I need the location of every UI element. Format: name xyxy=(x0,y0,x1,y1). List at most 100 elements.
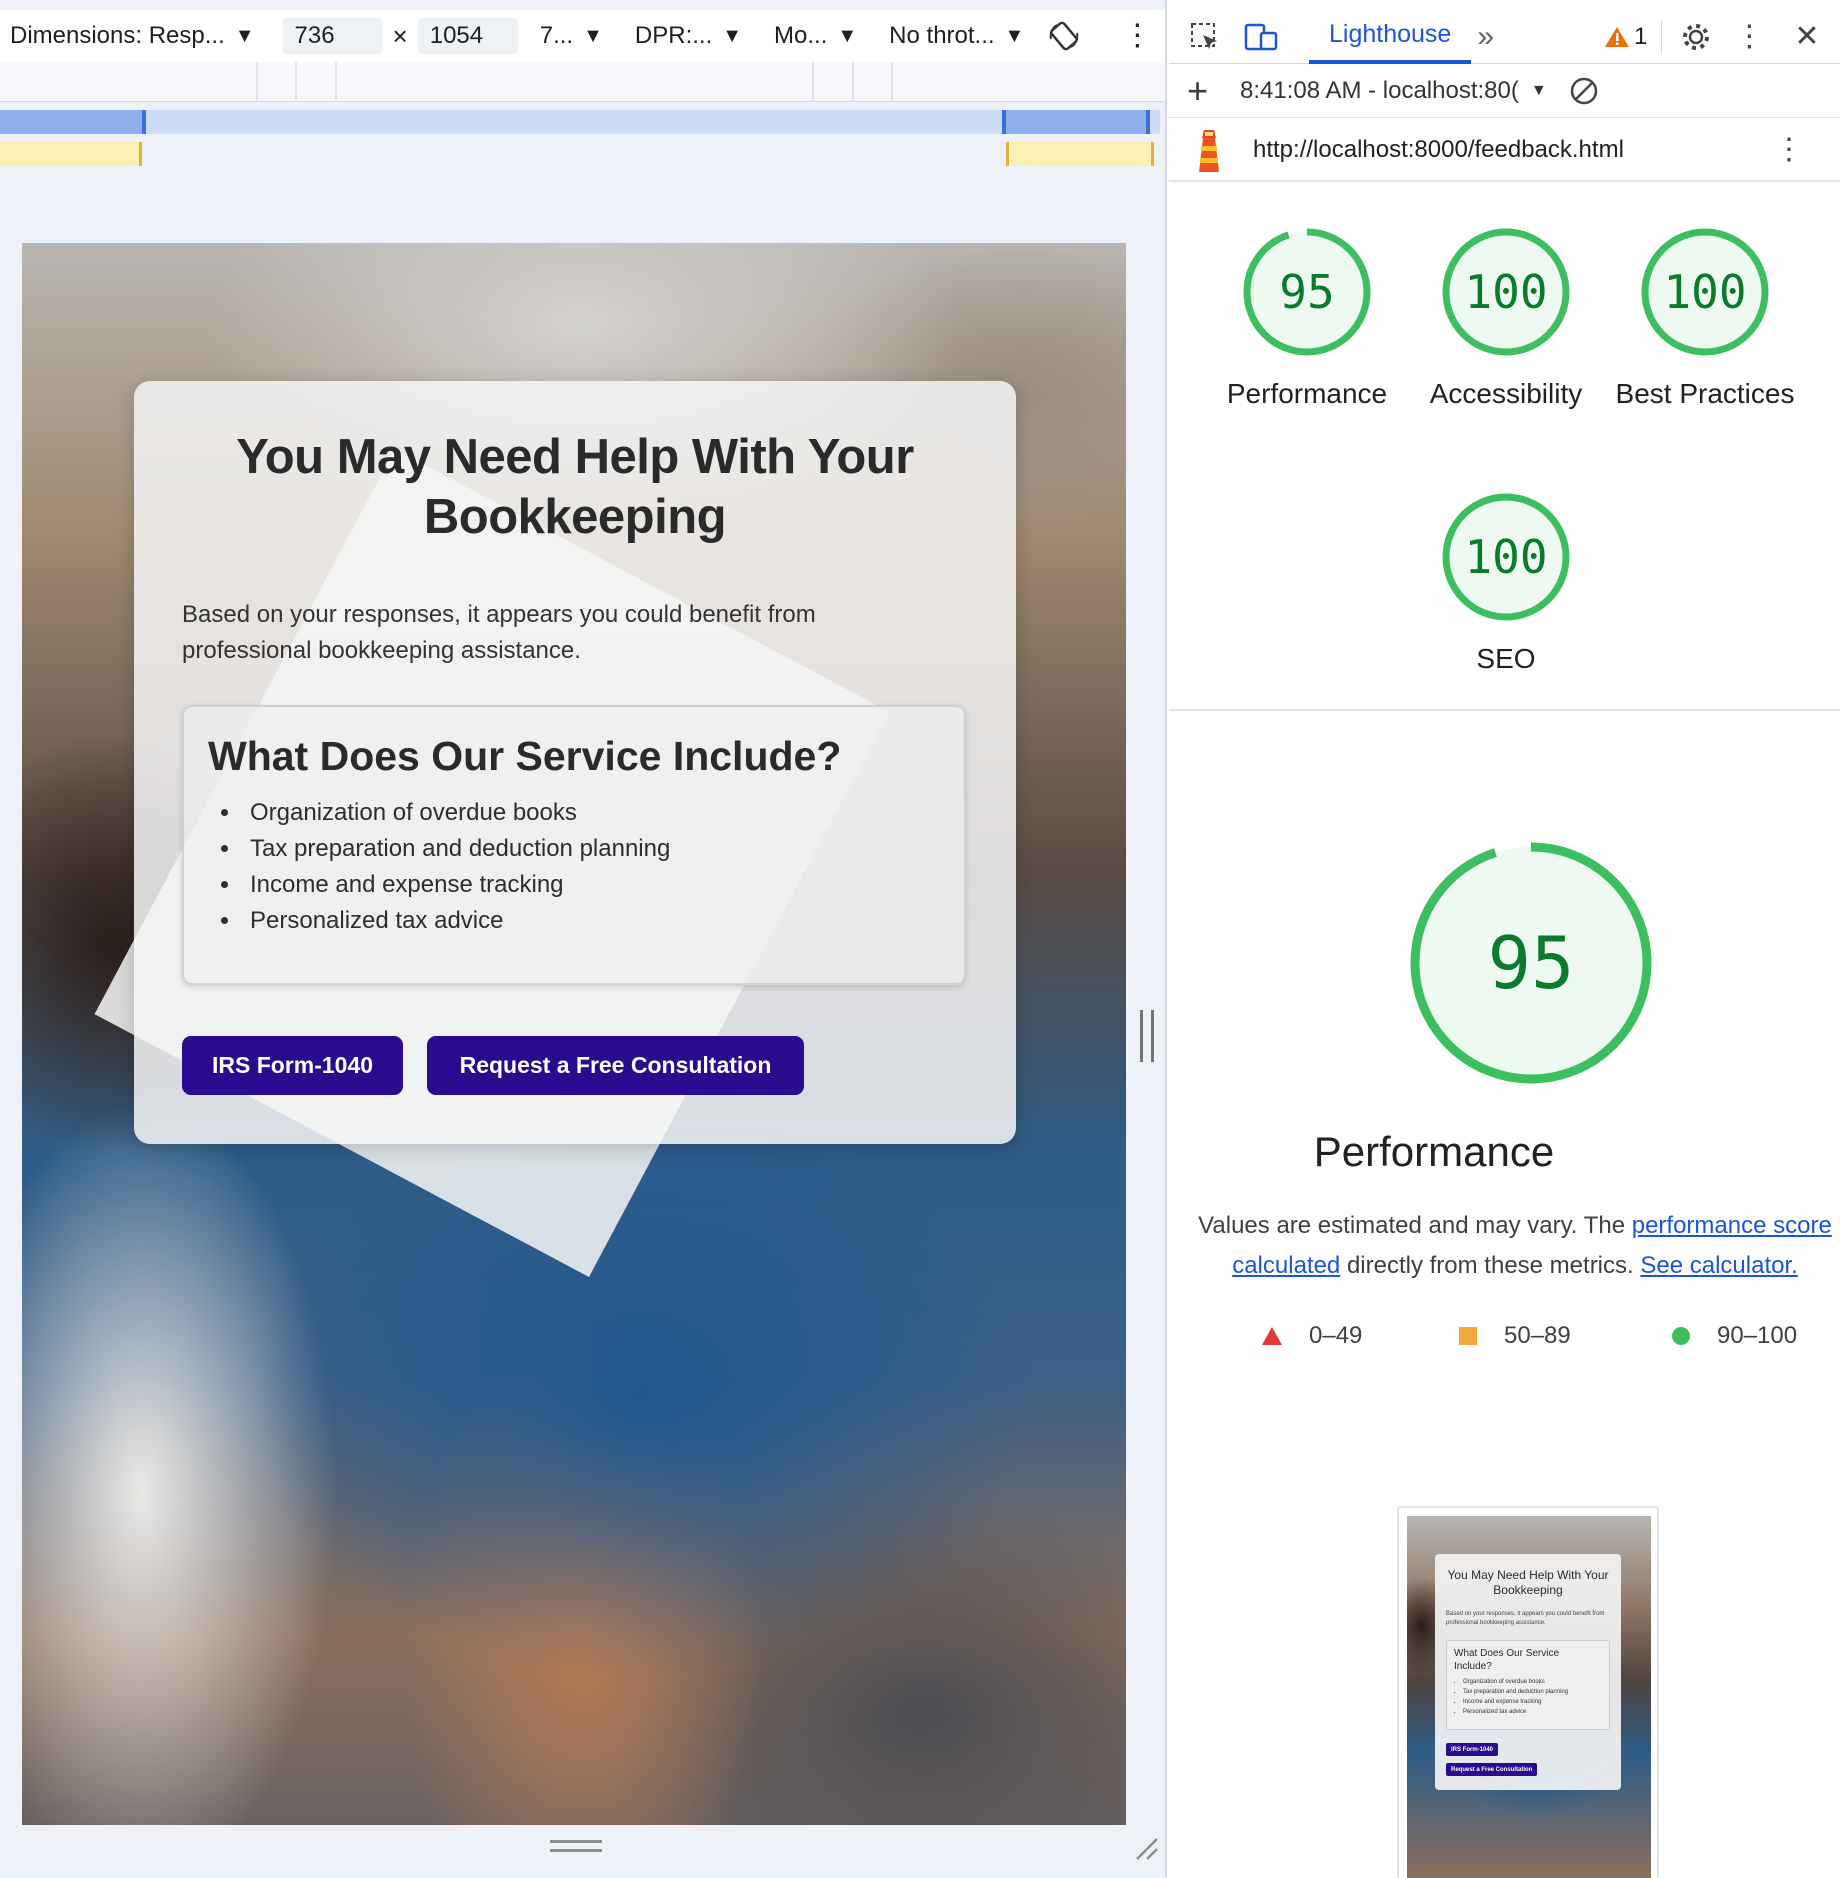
media-query-segment[interactable] xyxy=(0,110,146,134)
dpr-dropdown[interactable]: DPR:... ▼ xyxy=(625,22,752,50)
list-item: Income and expense tracking xyxy=(1463,1697,1568,1707)
chevron-down-icon: ▼ xyxy=(1530,81,1547,99)
legend-pass: 90–100 xyxy=(1671,1322,1797,1350)
final-screenshot-frame: You May Need Help With Your Bookkeeping … xyxy=(1397,1506,1659,1878)
dimensions-label: Dimensions: Resp... xyxy=(10,22,225,49)
media-query-min-segment[interactable] xyxy=(1006,142,1154,166)
gauge-label: Accessibility xyxy=(1429,378,1583,409)
throttle-dropdown[interactable]: No throt... ▼ xyxy=(879,22,1034,50)
ruler-tick xyxy=(852,62,854,102)
more-options-icon[interactable]: ⋮ xyxy=(1122,21,1152,51)
dropdown-arrow-icon: ▼ xyxy=(837,24,858,47)
see-calculator-link[interactable]: See calculator. xyxy=(1640,1252,1797,1279)
tab-lighthouse[interactable]: Lighthouse xyxy=(1309,10,1472,64)
performance-gauge: 95 xyxy=(1407,839,1655,1087)
throttle-label: No throt... xyxy=(889,22,995,49)
performance-description: Values are estimated and may vary. The p… xyxy=(1195,1206,1835,1286)
warning-count: 1 xyxy=(1634,22,1648,50)
report-url-bar: http://localhost:8000/feedback.html ⋮ xyxy=(1169,120,1840,182)
clear-reports-icon[interactable] xyxy=(1569,76,1599,106)
ruler-tick xyxy=(891,62,893,102)
gauge-score: 95 xyxy=(1279,265,1335,319)
thumbnail-services-list: Organization of overdue books Tax prepar… xyxy=(1463,1677,1568,1717)
intro-text: Based on your responses, it appears you … xyxy=(182,601,816,664)
dropdown-arrow-icon: ▼ xyxy=(1004,24,1025,47)
gauge-label: Best Practices xyxy=(1615,378,1795,409)
new-report-icon[interactable]: + xyxy=(1187,72,1208,109)
resize-handle-right[interactable] xyxy=(1140,1010,1154,1062)
list-item: Organization of overdue books xyxy=(242,795,670,831)
media-query-bar-max[interactable] xyxy=(0,110,1160,134)
device-toggle-icon[interactable] xyxy=(1241,17,1281,57)
height-value: 1054 xyxy=(429,22,484,49)
device-mode-dropdown[interactable]: Mo... ▼ xyxy=(764,22,867,50)
inspect-element-icon[interactable] xyxy=(1185,17,1225,57)
list-item: Tax preparation and deduction planning xyxy=(242,831,670,867)
width-value: 736 xyxy=(294,22,335,49)
services-title: What Does Our Service Include? xyxy=(208,733,842,779)
report-select[interactable]: 8:41:08 AM - localhost:80( ▼ xyxy=(1240,77,1547,105)
dropdown-arrow-icon: ▼ xyxy=(234,24,255,47)
thumbnail-card: You May Need Help With Your Bookkeeping … xyxy=(1435,1554,1621,1790)
height-input[interactable]: 1054 xyxy=(417,18,518,54)
devtools-tab-bar: Lighthouse » 1 ⋮ ✕ xyxy=(1169,10,1840,64)
thumbnail-title: You May Need Help With Your Bookkeeping xyxy=(1447,1568,1609,1597)
score-gauge-seo[interactable]: 100 xyxy=(1441,492,1571,622)
section-divider xyxy=(1169,709,1840,711)
report-toolbar: + 8:41:08 AM - localhost:80( ▼ xyxy=(1169,64,1840,118)
gauge-score: 100 xyxy=(1464,530,1548,584)
rotate-icon[interactable] xyxy=(1046,18,1082,54)
legend-fail: 0–49 xyxy=(1261,1322,1362,1350)
dpr-label: DPR:... xyxy=(634,22,713,49)
list-item: Tax preparation and deduction planning xyxy=(1463,1687,1568,1697)
media-query-ruler xyxy=(0,62,1165,102)
report-url[interactable]: http://localhost:8000/feedback.html xyxy=(1253,136,1624,164)
resize-handle-bottom[interactable] xyxy=(550,1840,602,1852)
feedback-card: You May Need Help With Your Bookkeeping … xyxy=(134,381,1016,1144)
score-gauge-accessibility[interactable]: 100 xyxy=(1441,227,1571,357)
request-consultation-button[interactable]: Request a Free Consultation xyxy=(427,1036,804,1095)
gauge-label: SEO xyxy=(1476,643,1536,674)
list-item: Personalized tax advice xyxy=(1463,1707,1568,1717)
legend-range: 0–49 xyxy=(1309,1322,1363,1349)
warnings-indicator[interactable]: 1 xyxy=(1604,23,1647,51)
warning-icon xyxy=(1605,26,1630,47)
score-gauge-best-practices[interactable]: 100 xyxy=(1640,227,1770,357)
devtools-menu-icon[interactable]: ⋮ xyxy=(1734,19,1764,54)
performance-score: 95 xyxy=(1487,921,1575,1005)
devtools-panel: Lighthouse » 1 ⋮ ✕ + 8:41:08 AM - localh… xyxy=(1169,0,1840,1878)
irs-form-button[interactable]: IRS Form-1040 xyxy=(182,1036,403,1095)
device-mode-label: Mo... xyxy=(774,22,828,49)
score-gauge-performance[interactable]: 95 xyxy=(1242,227,1372,357)
legend-range: 50–89 xyxy=(1504,1322,1571,1349)
page-title: You May Need Help With Your Bookkeeping xyxy=(236,430,914,544)
gauge-score: 100 xyxy=(1663,265,1747,319)
ruler-tick xyxy=(256,62,258,102)
media-query-segment[interactable] xyxy=(1002,110,1150,134)
more-tabs-icon[interactable]: » xyxy=(1477,20,1494,54)
dropdown-arrow-icon: ▼ xyxy=(722,24,743,47)
performance-title: Performance xyxy=(1313,1128,1555,1175)
close-icon[interactable]: ✕ xyxy=(1794,19,1819,54)
media-query-min-segment[interactable] xyxy=(0,142,142,166)
report-menu-icon[interactable]: ⋮ xyxy=(1774,135,1804,165)
score-legend: 0–49 50–89 90–100 xyxy=(1169,1322,1840,1362)
ruler-tick xyxy=(335,62,337,102)
lighthouse-logo-icon xyxy=(1199,130,1219,172)
width-input[interactable]: 736 xyxy=(282,18,383,54)
thumbnail-services-title: What Does Our Service Include? xyxy=(1454,1648,1560,1672)
settings-gear-icon[interactable] xyxy=(1676,17,1716,57)
zoom-dropdown[interactable]: 7... ▼ xyxy=(530,22,613,50)
final-screenshot-thumbnail[interactable]: You May Need Help With Your Bookkeeping … xyxy=(1407,1516,1651,1878)
description-text: Values are estimated and may vary. The xyxy=(1198,1212,1632,1239)
resize-corner-icon[interactable] xyxy=(1133,1835,1159,1861)
thumbnail-intro: Based on your responses, it appears you … xyxy=(1446,1611,1605,1626)
red-triangle-icon xyxy=(1262,1327,1282,1345)
toolbar-divider xyxy=(1661,19,1663,54)
emulated-viewport: You May Need Help With Your Bookkeeping … xyxy=(22,243,1126,1825)
legend-average: 50–89 xyxy=(1458,1322,1571,1350)
orange-square-icon xyxy=(1459,1327,1477,1345)
list-item: Organization of overdue books xyxy=(1463,1677,1568,1687)
dimensions-dropdown[interactable]: Dimensions: Resp... ▼ xyxy=(0,22,265,50)
report-time-host: 8:41:08 AM - localhost:80( xyxy=(1240,76,1519,104)
